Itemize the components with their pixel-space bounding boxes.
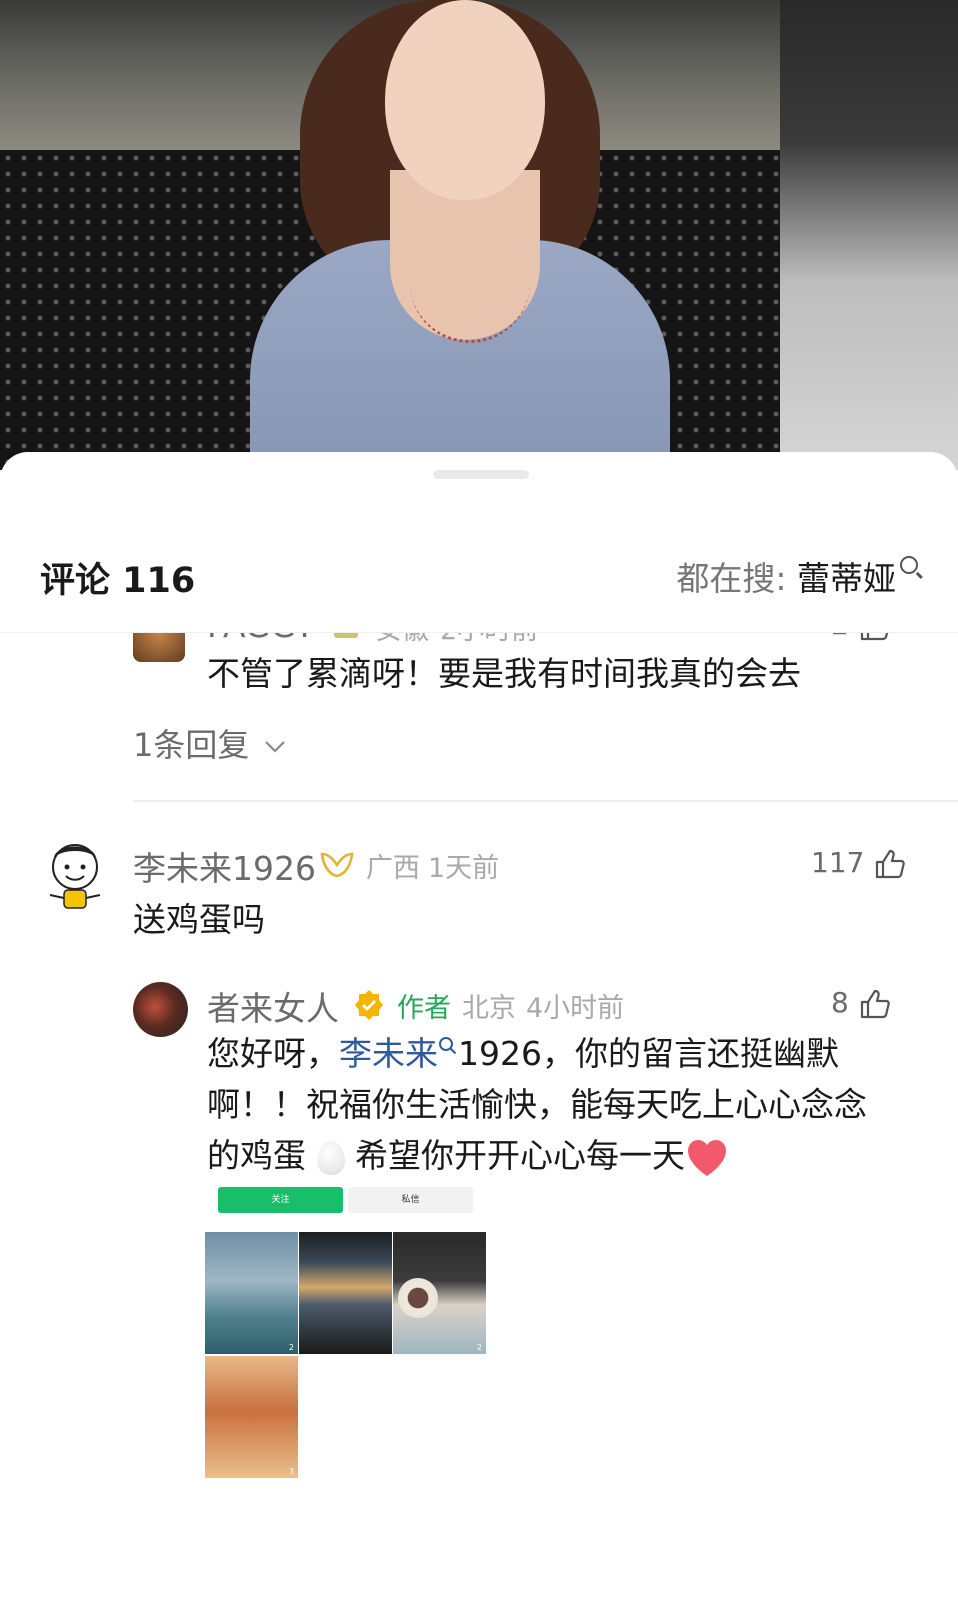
chevron-down-icon [264, 741, 285, 753]
avatar[interactable] [133, 982, 188, 1037]
thumbs-up-icon [876, 849, 906, 879]
reply-location: 北京 [462, 993, 516, 1024]
tile-like-count: 3 [288, 1467, 294, 1476]
video-thumbnail[interactable]: 3 [205, 1356, 298, 1478]
tile-object [398, 1278, 438, 1318]
like-count: 8 [831, 986, 849, 1019]
verified-badge-icon [355, 990, 383, 1020]
search-suggestion[interactable]: 都在搜: 蕾蒂娅 [676, 552, 918, 600]
replies-toggle-label: 1条回复 [133, 726, 250, 764]
reply-text-part3: 希望你开开心心每一天 [355, 1136, 685, 1175]
follow-label: 关注 [271, 1195, 290, 1205]
reply-text-part1: 您好呀， [207, 1034, 339, 1073]
message-button[interactable]: 私信 [348, 1187, 473, 1213]
follow-button[interactable]: 关注 [218, 1187, 343, 1213]
search-prefix: 都在搜: [676, 559, 787, 598]
author-badge: 作者 [397, 993, 451, 1024]
egg-emoji-icon [316, 1140, 345, 1175]
comment-text: 不管了累滴呀！要是我有时间我真的会去 [207, 654, 801, 693]
tile-like-count: 2 [288, 1343, 294, 1352]
reply-username[interactable]: 者来女人 [207, 982, 339, 1030]
comment-sheet: 评论 116 都在搜: 蕾蒂娅 FAGGY 安徽 2小时前 2 不管了累滴呀！要… [0, 452, 958, 1616]
video-frame[interactable] [0, 0, 958, 470]
comment-username[interactable]: FAGGY [207, 632, 315, 645]
side-wall [780, 0, 958, 470]
comment-time: 1天前 [428, 853, 500, 884]
message-label: 私信 [401, 1195, 420, 1205]
comment-count: 评论 116 [40, 561, 196, 601]
video-thumbnail[interactable]: 2 [205, 1232, 298, 1354]
like-count: 117 [811, 846, 865, 879]
vip-badge-icon [320, 852, 354, 878]
comment-username[interactable]: 李未来1926 [133, 842, 316, 890]
mention-link[interactable]: 李未来 [339, 1034, 438, 1073]
thumbs-up-icon [860, 989, 890, 1019]
comment-time: 2小时前 [440, 632, 538, 647]
embedded-screenshot[interactable]: 关注 私信 2 2 3 [205, 1184, 490, 1484]
like-button[interactable]: 8 [831, 986, 891, 1019]
like-button[interactable]: 2 [831, 632, 891, 641]
comment-list: FAGGY 安徽 2小时前 2 不管了累滴呀！要是我有时间我真的会去 1条回复 … [0, 632, 958, 1616]
reply-text: 您好呀，李未来 1926，你的留言还挺幽默啊！！祝福你生活愉快，能每天吃上心心念念… [207, 1028, 887, 1181]
thumbs-up-icon [860, 632, 889, 641]
video-thumbnail[interactable]: 2 [393, 1232, 486, 1354]
video-thumbnail[interactable] [299, 1232, 392, 1354]
comment-text: 送鸡蛋吗 [133, 900, 265, 939]
search-icon [900, 556, 918, 574]
search-keyword[interactable]: 蕾蒂娅 [797, 559, 896, 598]
person-face [385, 0, 545, 200]
sheet-grabber[interactable] [433, 470, 529, 479]
comment-location: 广西 [366, 853, 420, 884]
avatar[interactable] [40, 835, 110, 915]
sheet-header: 评论 116 都在搜: 蕾蒂娅 [0, 522, 958, 633]
tile-like-count: 2 [476, 1343, 482, 1352]
comment-location: 安徽 [375, 632, 429, 647]
search-icon [439, 1037, 457, 1055]
like-count: 2 [831, 632, 849, 641]
like-button[interactable]: 117 [811, 846, 906, 879]
avatar[interactable] [133, 632, 185, 662]
heart-emoji-icon [688, 1139, 726, 1176]
replies-toggle[interactable]: 1条回复 [133, 720, 286, 766]
reply-time: 4小时前 [526, 993, 625, 1024]
divider [133, 800, 958, 802]
